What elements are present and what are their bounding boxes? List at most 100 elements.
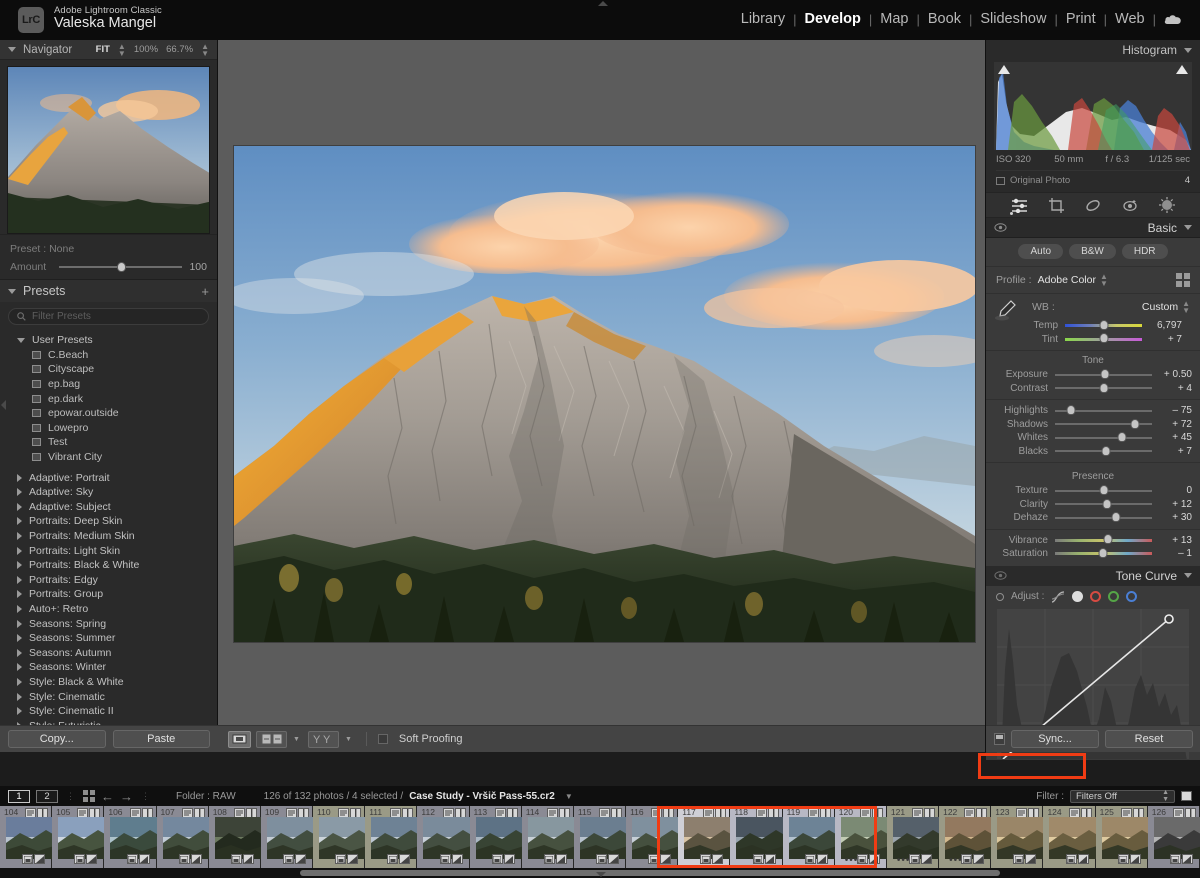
slider-dehaze[interactable]: Dehaze+ 30 — [986, 511, 1200, 525]
add-preset-icon[interactable]: + — [201, 284, 209, 299]
bw-button[interactable]: B&W — [1069, 244, 1116, 259]
slider-knob[interactable] — [1104, 534, 1113, 544]
blue-channel-icon[interactable] — [1126, 591, 1137, 602]
survey-dropdown-icon[interactable]: ▼ — [345, 736, 352, 743]
slider-track[interactable] — [1055, 410, 1152, 412]
slider-blacks[interactable]: Blacks+ 7 — [986, 445, 1200, 459]
filmstrip-thumbnail[interactable]: 124 — [1043, 806, 1095, 868]
filmstrip-thumbnail[interactable]: 110 — [313, 806, 365, 868]
profile-value[interactable]: Adobe Color — [1038, 274, 1096, 286]
preset-group[interactable]: Auto+: Retro — [0, 602, 217, 617]
crop-badge-icon[interactable] — [243, 854, 254, 864]
slider-knob[interactable] — [1112, 512, 1121, 522]
white-balance-eyedropper-icon[interactable] — [994, 298, 1018, 322]
image-viewer[interactable]: ▼ Y Y ▼ Soft Proofing — [218, 40, 985, 752]
slider-track[interactable] — [1055, 503, 1152, 505]
module-print[interactable]: Print — [1058, 11, 1104, 27]
preset-group[interactable]: Seasons: Spring — [0, 616, 217, 631]
crop-badge-icon[interactable] — [139, 854, 150, 864]
crop-badge-icon[interactable] — [817, 854, 828, 864]
preset-group-expand-icon[interactable] — [17, 663, 22, 671]
slider-whites[interactable]: Whites+ 45 — [986, 431, 1200, 445]
crop-badge-icon[interactable] — [295, 854, 306, 864]
preset-group[interactable]: Portraits: Deep Skin — [0, 514, 217, 529]
filmstrip-thumbnail[interactable]: 113 — [470, 806, 522, 868]
masking-icon[interactable] — [1159, 197, 1175, 213]
preset-group-expand-icon[interactable] — [17, 517, 22, 525]
filmstrip-thumbnail[interactable]: 111 — [365, 806, 417, 868]
develop-badge-icon[interactable] — [283, 854, 294, 864]
slider-contrast[interactable]: Contrast+ 4 — [986, 382, 1200, 396]
preset-group-expand-icon[interactable] — [17, 693, 22, 701]
develop-badge-icon[interactable] — [74, 854, 85, 864]
filmstrip-thumbnail[interactable]: 117 — [678, 806, 730, 868]
compare-dropdown-icon[interactable]: ▼ — [293, 736, 300, 743]
parametric-curve-icon[interactable] — [1051, 591, 1065, 603]
preset-group-expand-icon[interactable] — [17, 561, 22, 569]
module-web[interactable]: Web — [1107, 11, 1153, 27]
develop-badge-icon[interactable] — [961, 854, 972, 864]
user-presets-expand-icon[interactable] — [17, 338, 25, 343]
preset-item[interactable]: C.Beach — [0, 348, 217, 363]
module-library[interactable]: Library — [733, 11, 793, 27]
crop-badge-icon[interactable] — [1130, 854, 1141, 864]
loupe-view-icon[interactable] — [228, 731, 251, 748]
basic-panel-header[interactable]: Basic — [986, 218, 1200, 238]
filter-dropdown[interactable]: Filters Off ▲▼ — [1070, 790, 1175, 803]
crop-badge-icon[interactable] — [347, 854, 358, 864]
tone-curve-visibility-eye-icon[interactable] — [994, 571, 1007, 580]
preset-group[interactable]: Portraits: Medium Skin — [0, 529, 217, 544]
crop-badge-icon[interactable] — [86, 854, 97, 864]
slider-clarity[interactable]: Clarity+ 12 — [986, 498, 1200, 512]
crop-badge-icon[interactable] — [608, 854, 619, 864]
page-2-button[interactable]: 2 — [36, 790, 58, 803]
hdr-button[interactable]: HDR — [1122, 244, 1168, 259]
sync-button[interactable]: Sync... — [1011, 730, 1099, 748]
filmstrip-thumbnail[interactable]: 114 — [522, 806, 574, 868]
grid-view-icon[interactable] — [83, 790, 95, 802]
module-develop[interactable]: Develop — [796, 11, 868, 27]
slider-temp[interactable]: Temp6,797 — [996, 319, 1190, 333]
amount-slider-knob[interactable] — [117, 262, 126, 272]
slider-saturation[interactable]: Saturation– 1 — [986, 547, 1200, 561]
develop-badge-icon[interactable] — [387, 854, 398, 864]
filmstrip-thumbnail[interactable]: 120••• — [835, 806, 887, 868]
wb-stepper-icon[interactable]: ▲▼ — [1182, 300, 1190, 314]
presets-collapse-icon[interactable] — [8, 289, 16, 294]
preset-item[interactable]: Test — [0, 435, 217, 450]
filmstrip[interactable]: 1041051061071081091101111121131141151161… — [0, 806, 1200, 868]
filmstrip-thumbnail[interactable]: 116 — [626, 806, 678, 868]
filmstrip-thumbnail[interactable]: 108 — [209, 806, 261, 868]
slider-knob[interactable] — [1100, 383, 1109, 393]
preset-item[interactable]: ep.dark — [0, 391, 217, 406]
develop-badge-icon[interactable] — [1066, 854, 1077, 864]
filmstrip-thumbnail[interactable]: 107 — [157, 806, 209, 868]
crop-badge-icon[interactable] — [1025, 854, 1036, 864]
crop-badge-icon[interactable] — [504, 854, 515, 864]
slider-tint[interactable]: Tint+ 7 — [996, 333, 1190, 347]
develop-badge-icon[interactable] — [700, 854, 711, 864]
red-channel-icon[interactable] — [1090, 591, 1101, 602]
crop-badge-icon[interactable] — [765, 854, 776, 864]
develop-badge-icon[interactable] — [805, 854, 816, 864]
filmstrip-thumbnail[interactable]: 105 — [52, 806, 104, 868]
slider-track[interactable] — [1055, 552, 1152, 555]
shadow-clipping-indicator[interactable] — [998, 65, 1010, 74]
preset-group-expand-icon[interactable] — [17, 707, 22, 715]
histogram-graph[interactable] — [994, 62, 1192, 150]
soft-proofing-checkbox[interactable] — [378, 734, 388, 744]
crop-badge-icon[interactable] — [556, 854, 567, 864]
develop-badge-icon[interactable] — [231, 854, 242, 864]
preset-item[interactable]: epowar.outside — [0, 406, 217, 421]
develop-badge-icon[interactable] — [1170, 854, 1181, 864]
develop-badge-icon[interactable] — [179, 854, 190, 864]
preset-group[interactable]: Style: Black & White — [0, 675, 217, 690]
crop-badge-icon[interactable] — [921, 854, 932, 864]
point-curve-white-icon[interactable] — [1072, 591, 1083, 602]
develop-badge-icon[interactable] — [1013, 854, 1024, 864]
zoom-fit[interactable]: FIT — [96, 44, 110, 55]
profile-browser-icon[interactable] — [1176, 273, 1190, 287]
slider-knob[interactable] — [1117, 432, 1126, 442]
preset-item[interactable]: Cityscape — [0, 362, 217, 377]
filmstrip-thumbnail[interactable]: 122••• — [939, 806, 991, 868]
